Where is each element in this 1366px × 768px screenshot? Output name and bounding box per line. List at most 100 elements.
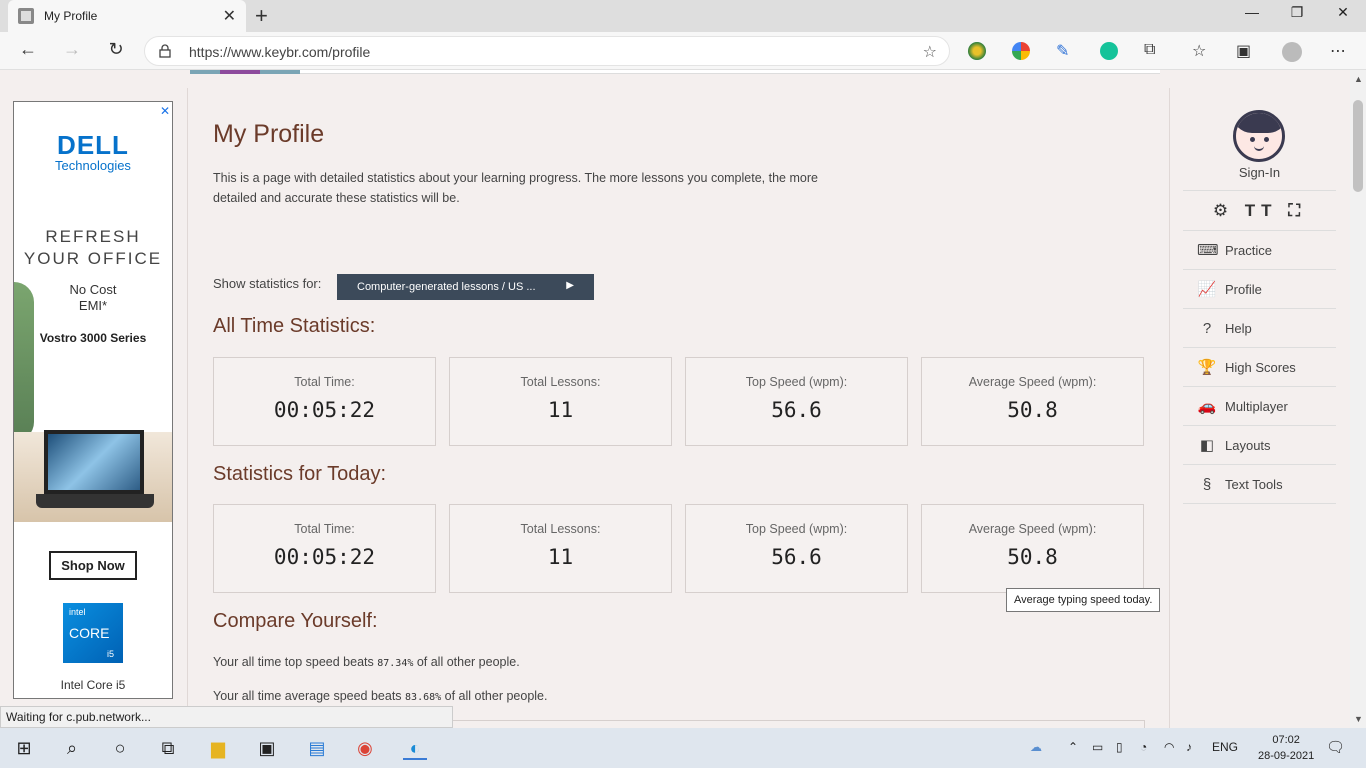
stat-top-speed: Top Speed (wpm): 56.6 [685,357,908,446]
sidebar-item-label: Profile [1225,281,1262,297]
chrome-icon[interactable]: ◉ [353,736,377,760]
sign-in-link[interactable]: Sign-In [1183,165,1336,180]
sidebar-item-profile[interactable]: 📈 Profile [1183,270,1336,309]
wifi-icon[interactable]: ◠ [1164,740,1174,754]
windows-taskbar: ⊞ ⌕ ○ ⧉ ▆ ▣ ▤ ◉ ◐ ☁ ⌃ ▭ ▯ ◔ ◠ ♪ ENG 07:0… [0,728,1366,768]
compare-text: Your all time top speed beats [213,655,378,669]
device-icon[interactable]: ▯ [1116,740,1123,754]
lesson-type-select[interactable]: Computer-generated lessons / US ... ▶ [337,274,594,300]
ad-offer-line2: EMI* [78,298,108,313]
sidebar-item-layouts[interactable]: ◧ Layouts [1183,426,1336,465]
stat-top-speed: Top Speed (wpm): 56.6 [685,504,908,593]
all-time-stats: Total Time: 00:05:22 Total Lessons: 11 T… [213,357,1145,446]
stat-value: 56.6 [771,545,822,569]
today-heading: Statistics for Today: [213,463,387,485]
stat-value: 11 [547,545,574,569]
stat-label: Top Speed (wpm): [745,522,848,536]
network-alert-icon[interactable]: ◔ [1140,740,1147,754]
sidebar-item-label: Practice [1225,242,1272,258]
extension-globe-icon[interactable] [968,42,986,60]
sidebar-item-multiplayer[interactable]: 🚗 Multiplayer [1183,387,1336,426]
user-avatar-icon[interactable] [1233,110,1285,162]
address-bar[interactable]: https://www.keybr.com/profile ☆ [144,36,950,66]
browser-toolbar: ← → ↻ https://www.keybr.com/profile ☆ ✎ … [0,32,1366,70]
stat-value: 50.8 [1007,398,1058,422]
status-bar: Waiting for c.pub.network... [0,706,453,728]
edge-icon[interactable]: ◐ [403,736,427,760]
scroll-up-icon[interactable]: ▲ [1354,74,1363,84]
stat-value: 50.8 [1007,545,1058,569]
new-tab-button[interactable]: + [255,3,268,29]
sidebar-item-text-tools[interactable]: § Text Tools [1183,465,1336,504]
chart-icon: 📈 [1197,281,1217,298]
shop-now-button[interactable]: Shop Now [49,551,137,580]
stat-value: 56.6 [771,398,822,422]
ad-laptop-base [36,494,154,508]
top-nav-strip [190,70,1160,74]
more-menu-icon[interactable]: ⋯ [1330,41,1346,61]
favorite-star-icon[interactable]: ☆ [923,42,937,62]
reload-icon[interactable]: ↻ [104,39,128,60]
divider [1183,190,1336,191]
battery-icon[interactable]: ▭ [1092,740,1103,754]
intel-badge-text: intel [69,607,86,617]
control-panel-icon[interactable]: ▤ [305,736,329,760]
favorites-icon[interactable]: ☆ [1192,41,1206,61]
sidebar-item-label: High Scores [1225,359,1296,375]
site-favicon-icon [18,8,34,24]
browser-tab-strip: My Profile ✕ + — ❐ ✕ [0,0,1366,32]
sidebar-item-label: Multiplayer [1225,398,1288,414]
restore-button[interactable]: ❐ [1274,4,1320,21]
browser-tab[interactable]: My Profile ✕ [8,0,246,32]
notifications-icon[interactable]: 🗨 [1326,738,1345,756]
ad-close-icon[interactable]: ✕ [160,104,170,118]
sidebar-item-help[interactable]: ? Help [1183,309,1336,348]
extensions-puzzle-icon[interactable]: ⧉ [1144,41,1155,59]
stat-value: 00:05:22 [273,545,376,569]
store-icon[interactable]: ▣ [255,736,279,760]
show-statistics-label: Show statistics for: [213,276,322,291]
section-icon: § [1202,475,1212,493]
forward-arrow-icon[interactable]: → [60,39,84,60]
file-explorer-icon[interactable]: ▆ [206,736,230,760]
trophy-icon: 🏆 [1197,359,1217,376]
scroll-thumb[interactable] [1353,100,1363,192]
profile-avatar-icon[interactable] [1282,42,1302,62]
cortana-icon[interactable]: ○ [108,736,132,760]
windows-start-icon[interactable]: ⊞ [12,736,36,760]
page-scrollbar[interactable]: ▲ ▼ [1350,70,1366,728]
help-icon: ? [1202,319,1212,337]
clock[interactable]: 07:02 28-09-2021 [1258,732,1314,764]
car-icon: 🚗 [1197,398,1217,415]
onedrive-icon[interactable]: ☁ [1030,740,1042,754]
sidebar-item-high-scores[interactable]: 🏆 High Scores [1183,348,1336,387]
back-arrow-icon[interactable]: ← [16,39,40,60]
compare-text: of all other people. [441,689,548,703]
settings-tools-icons[interactable]: ⚙ TT ⛶ [1183,201,1336,221]
volume-icon[interactable]: ♪ [1186,740,1192,754]
tray-chevron-icon[interactable]: ⌃ [1068,740,1078,754]
compare-top-speed: Your all time top speed beats 87.34% of … [213,655,520,669]
tab-close-icon[interactable]: ✕ [223,6,236,26]
page-title: My Profile [213,120,325,148]
intel-core-badge: intel CORE i5 [63,603,123,663]
tab-title: My Profile [44,9,98,23]
task-view-icon[interactable]: ⧉ [156,736,180,760]
sidebar-item-practice[interactable]: ⌨ Practice [1183,231,1336,270]
advertisement[interactable]: ✕ DELL Technologies REFRESH YOUR OFFICE … [13,101,173,699]
stat-average-speed: Average Speed (wpm): 50.8 [921,357,1144,446]
language-indicator[interactable]: ENG [1212,740,1238,754]
collections-icon[interactable]: ▣ [1236,41,1251,61]
lock-icon [159,44,171,58]
dell-logo: DELL [57,130,129,160]
grammarly-icon[interactable] [1100,42,1118,60]
search-icon[interactable]: ⌕ [60,736,84,760]
stat-total-lessons: Total Lessons: 11 [449,357,672,446]
extension-pen-icon[interactable]: ✎ [1056,41,1069,61]
extension-c-icon[interactable] [1012,42,1030,60]
stat-label: Total Time: [294,522,355,536]
scroll-down-icon[interactable]: ▼ [1354,714,1363,724]
close-window-button[interactable]: ✕ [1320,4,1366,21]
stat-average-speed[interactable]: Average Speed (wpm): 50.8 [921,504,1144,593]
minimize-button[interactable]: — [1229,4,1275,20]
